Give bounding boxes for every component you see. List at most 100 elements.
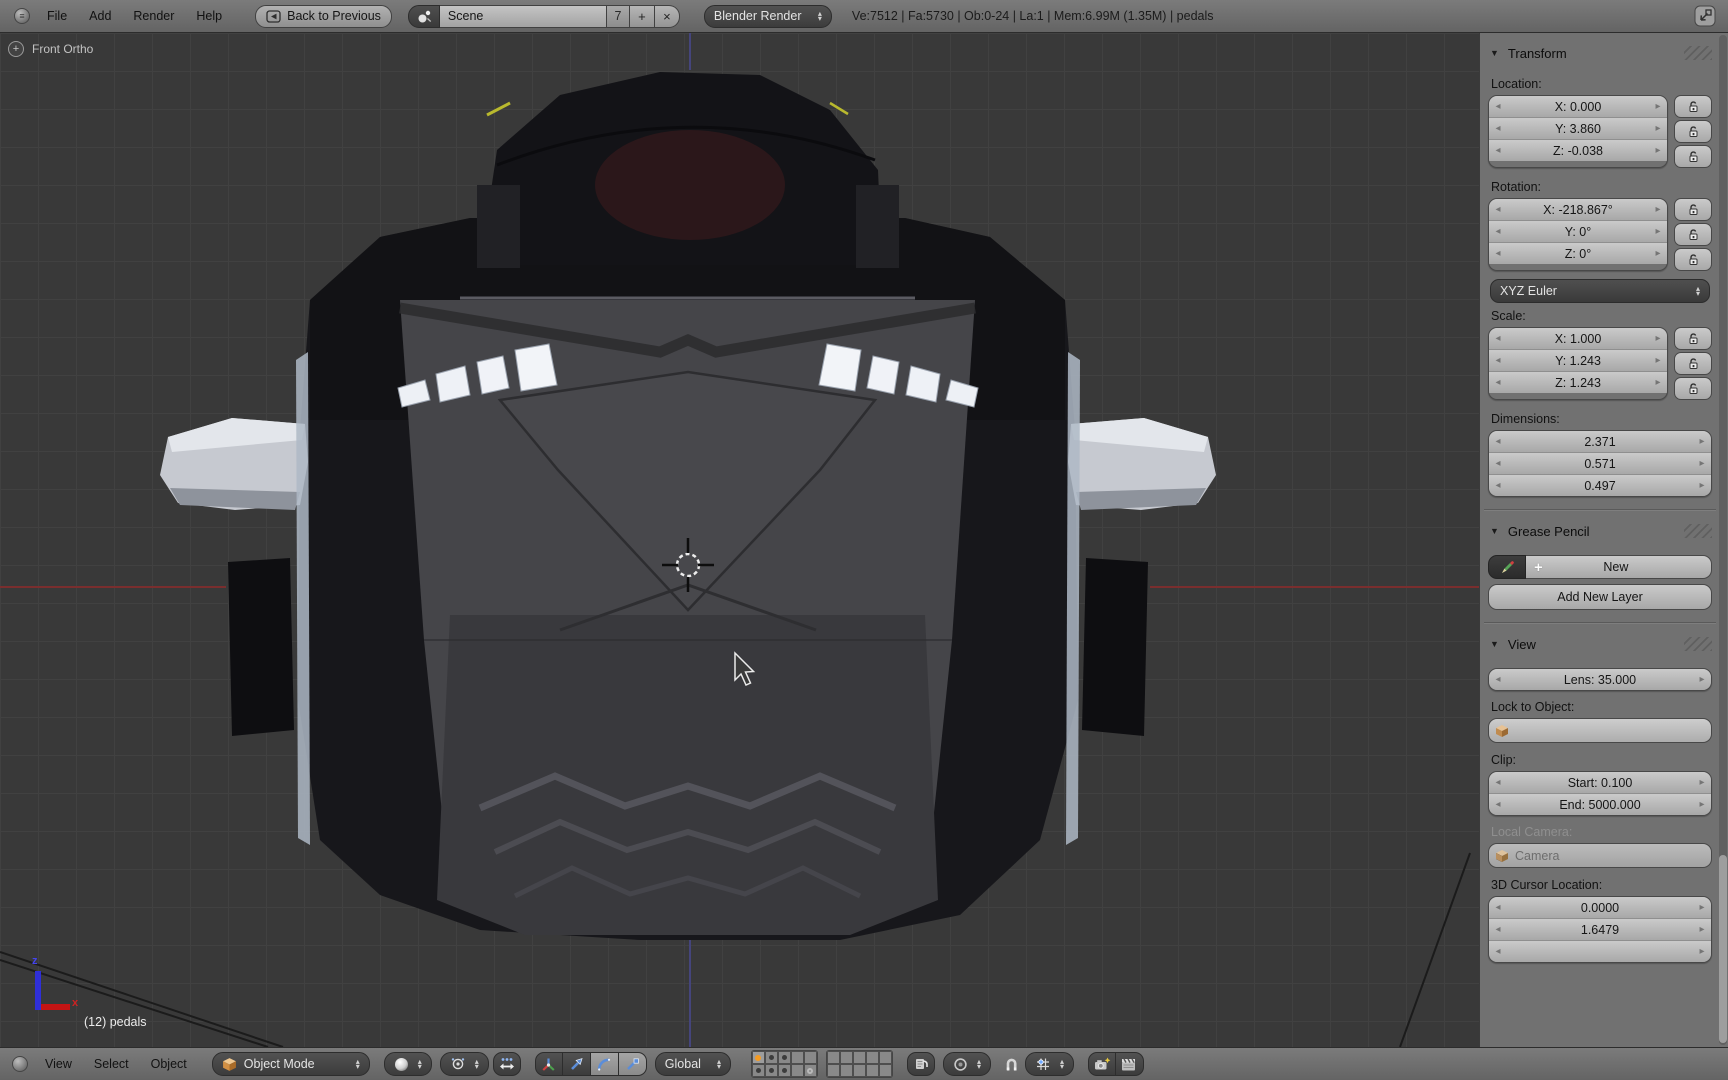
lock-to-scene-toggle[interactable] <box>906 1052 935 1076</box>
snap-element-select[interactable]: ▴ ▾ <box>1024 1052 1074 1076</box>
add-scene-button[interactable]: + <box>629 4 655 28</box>
transform-orientation-select[interactable]: Global ▴ ▾ <box>654 1052 731 1076</box>
location-z-field[interactable]: ◂ Z: -0.038 ▸ <box>1489 139 1667 161</box>
location-x-field[interactable]: ◂ X: 0.000 ▸ <box>1489 96 1667 117</box>
layer-cell[interactable] <box>852 1051 866 1064</box>
panel-drag-handle[interactable] <box>1684 637 1712 651</box>
viewport-shading-select[interactable]: ▴ ▾ <box>383 1052 432 1076</box>
layer-cell[interactable] <box>790 1064 804 1077</box>
local-camera-field[interactable]: Camera <box>1488 843 1712 868</box>
layer-cell[interactable] <box>803 1051 817 1064</box>
lock-icon[interactable] <box>1674 198 1712 221</box>
window-resize-icon[interactable] <box>1692 4 1718 28</box>
info-header-bar: ≡ File Add Render Help Back to Previous … <box>0 0 1728 33</box>
cursor-y-field[interactable]: ◂ 1.6479 ▸ <box>1489 918 1711 940</box>
cursor-x-field[interactable]: ◂ 0.0000 ▸ <box>1489 897 1711 918</box>
mode-select[interactable]: Object Mode ▴ ▾ <box>211 1052 370 1076</box>
manipulate-center-points-toggle[interactable] <box>492 1052 521 1076</box>
dimension-y-field[interactable]: ◂ 0.571 ▸ <box>1489 452 1711 474</box>
proportional-edit-select[interactable]: ▴ ▾ <box>942 1052 991 1076</box>
pivot-point-select[interactable]: ▴ ▾ <box>439 1052 489 1076</box>
menu-help[interactable]: Help <box>185 9 233 23</box>
editor-type-icon[interactable]: ≡ <box>14 8 30 24</box>
menu-render[interactable]: Render <box>122 9 185 23</box>
lens-field[interactable]: ◂ Lens: 35.000 ▸ <box>1489 669 1711 690</box>
back-to-previous-button[interactable]: Back to Previous <box>255 4 392 28</box>
toolshelf-expand-icon[interactable]: + <box>8 41 24 57</box>
panel-drag-handle[interactable] <box>1684 524 1712 538</box>
scale-manipulator-button[interactable] <box>618 1052 647 1076</box>
layer-cell[interactable] <box>764 1064 778 1077</box>
menu-add[interactable]: Add <box>78 9 122 23</box>
opengl-render-image-button[interactable] <box>1087 1052 1116 1076</box>
layer-cell[interactable] <box>839 1064 853 1077</box>
editor-type-icon[interactable] <box>12 1056 28 1072</box>
dropdown-arrows-icon: ▴ ▾ <box>355 1057 360 1071</box>
menu-object[interactable]: Object <box>140 1057 198 1071</box>
scale-x-field[interactable]: ◂ X: 1.000 ▸ <box>1489 328 1667 349</box>
lock-icon[interactable] <box>1674 120 1712 143</box>
rotation-z-field[interactable]: ◂ Z: 0° ▸ <box>1489 242 1667 264</box>
grease-pencil-new-button[interactable]: + New <box>1526 555 1712 579</box>
opengl-render-animation-button[interactable] <box>1115 1052 1144 1076</box>
lock-icon[interactable] <box>1674 248 1712 271</box>
layer-cell[interactable] <box>852 1064 866 1077</box>
render-engine-select[interactable]: Blender Render ▴ ▾ <box>703 4 832 28</box>
mech-model[interactable] <box>160 72 1216 940</box>
lock-icon[interactable] <box>1674 223 1712 246</box>
layer-cell[interactable] <box>826 1064 840 1077</box>
scene-browse-button[interactable] <box>407 4 440 28</box>
layer-cell[interactable] <box>878 1064 892 1077</box>
manipulator-toggle-button[interactable] <box>534 1052 563 1076</box>
menu-view[interactable]: View <box>34 1057 83 1071</box>
lock-icon[interactable] <box>1674 327 1712 350</box>
layer-cell[interactable] <box>777 1051 791 1064</box>
layer-cell[interactable] <box>878 1051 892 1064</box>
panel-drag-handle[interactable] <box>1684 46 1712 60</box>
dimension-z-field[interactable]: ◂ 0.497 ▸ <box>1489 474 1711 496</box>
layer-cell[interactable] <box>865 1051 879 1064</box>
location-y-field[interactable]: ◂ Y: 3.860 ▸ <box>1489 117 1667 139</box>
layer-cell[interactable] <box>826 1051 840 1064</box>
translate-manipulator-button[interactable] <box>562 1052 591 1076</box>
layer-cell[interactable] <box>751 1051 765 1064</box>
panel-header-transform[interactable]: ▼ Transform <box>1490 45 1712 61</box>
scene-name-field[interactable]: Scene <box>439 4 607 28</box>
layer-cell[interactable] <box>751 1064 765 1077</box>
sidebar-scrollbar-thumb[interactable] <box>1719 855 1727 1043</box>
layer-cell[interactable] <box>790 1051 804 1064</box>
add-new-layer-button[interactable]: Add New Layer <box>1488 584 1712 610</box>
clip-end-field[interactable]: ◂ End: 5000.000 ▸ <box>1489 793 1711 815</box>
layer-cell[interactable] <box>777 1064 791 1077</box>
rotation-y-field[interactable]: ◂ Y: 0° ▸ <box>1489 220 1667 242</box>
menu-file[interactable]: File <box>36 9 78 23</box>
menu-select[interactable]: Select <box>83 1057 140 1071</box>
layer-cell[interactable] <box>865 1064 879 1077</box>
lock-icon[interactable] <box>1674 377 1712 400</box>
dimension-x-field[interactable]: ◂ 2.371 ▸ <box>1489 431 1711 452</box>
layer-cell[interactable] <box>839 1051 853 1064</box>
clip-start-field[interactable]: ◂ Start: 0.100 ▸ <box>1489 772 1711 793</box>
local-camera-label: Local Camera: <box>1491 825 1573 839</box>
viewport-canvas[interactable]: + Front Ortho (12) pedals z x <box>0 33 1479 1047</box>
lock-icon[interactable] <box>1674 95 1712 118</box>
layers-widget-block2[interactable] <box>825 1050 893 1078</box>
rotation-mode-select[interactable]: XYZ Euler ▴ ▾ <box>1490 279 1710 303</box>
scale-y-field[interactable]: ◂ Y: 1.243 ▸ <box>1489 349 1667 371</box>
scale-z-field[interactable]: ◂ Z: 1.243 ▸ <box>1489 371 1667 393</box>
grease-pencil-draw-button[interactable] <box>1488 555 1526 579</box>
rotation-x-field[interactable]: ◂ X: -218.867° ▸ <box>1489 199 1667 220</box>
layer-cell[interactable] <box>803 1064 817 1077</box>
lock-icon[interactable] <box>1674 352 1712 375</box>
rotate-manipulator-button[interactable] <box>590 1052 619 1076</box>
panel-header-grease-pencil[interactable]: ▼ Grease Pencil <box>1490 523 1712 539</box>
scene-users-count[interactable]: 7 <box>606 4 630 28</box>
snap-toggle[interactable] <box>999 1052 1025 1076</box>
lock-to-object-field[interactable] <box>1488 718 1712 743</box>
panel-header-view[interactable]: ▼ View <box>1490 636 1712 652</box>
layers-widget-block1[interactable] <box>750 1050 818 1078</box>
unlink-scene-button[interactable]: × <box>654 4 680 28</box>
lock-icon[interactable] <box>1674 145 1712 168</box>
layer-cell[interactable] <box>764 1051 778 1064</box>
cursor-z-field[interactable]: ◂ ▸ <box>1489 940 1711 962</box>
